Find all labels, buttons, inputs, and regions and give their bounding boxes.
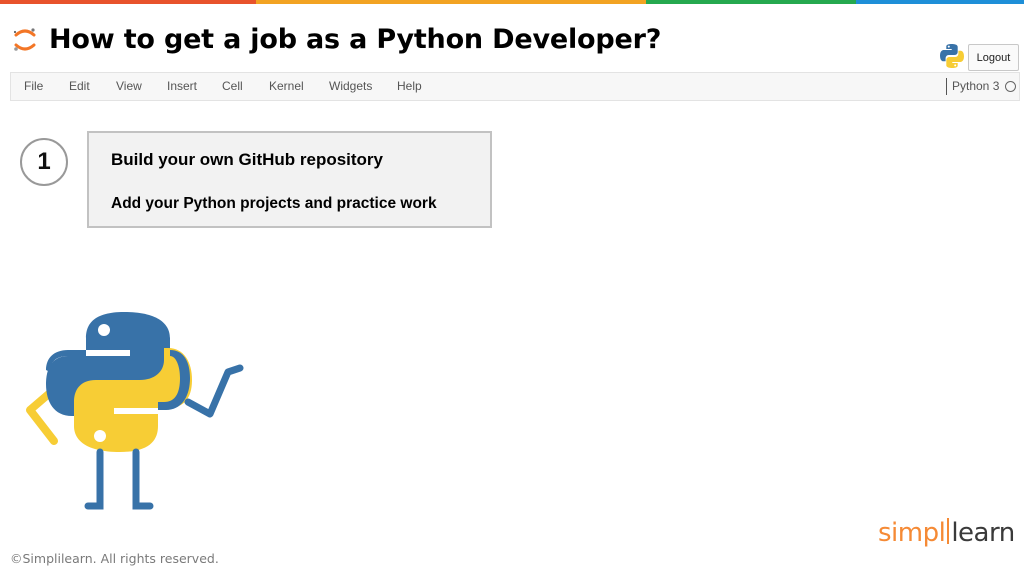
page-title: How to get a job as a Python Developer? [49,24,662,55]
brand-divider-bar [947,518,950,544]
step-card: Build your own GitHub repository Add you… [87,131,492,228]
menu-help[interactable]: Help [397,79,422,93]
step-number-badge: 1 [20,138,68,186]
kernel-name[interactable]: Python 3 [952,79,999,93]
menu-cell[interactable]: Cell [222,79,243,93]
step-subtext: Add your Python projects and practice wo… [111,195,437,212]
menu-file[interactable]: File [24,79,43,93]
logout-button[interactable]: Logout [968,44,1019,71]
menu-edit[interactable]: Edit [69,79,90,93]
kernel-idle-circle-icon [1005,81,1016,92]
kernel-divider [946,78,947,95]
simplilearn-logo: simpl learn [878,518,1015,558]
menu-view[interactable]: View [116,79,142,93]
jupyter-logo-icon [13,28,36,51]
brand-part-simpl: simpl [878,518,946,548]
python-logo-icon [940,44,964,68]
menu-kernel[interactable]: Kernel [269,79,304,93]
notebook-menubar: File Edit View Insert Cell Kernel Widget… [10,72,1020,101]
step-heading: Build your own GitHub repository [111,150,383,169]
menu-insert[interactable]: Insert [167,79,197,93]
menu-widgets[interactable]: Widgets [329,79,372,93]
notebook-header: How to get a job as a Python Developer? … [0,4,1024,72]
brand-part-learn: learn [951,518,1015,548]
python-mascot-icon [26,312,244,510]
copyright-text: ©Simplilearn. All rights reserved. [10,551,219,566]
